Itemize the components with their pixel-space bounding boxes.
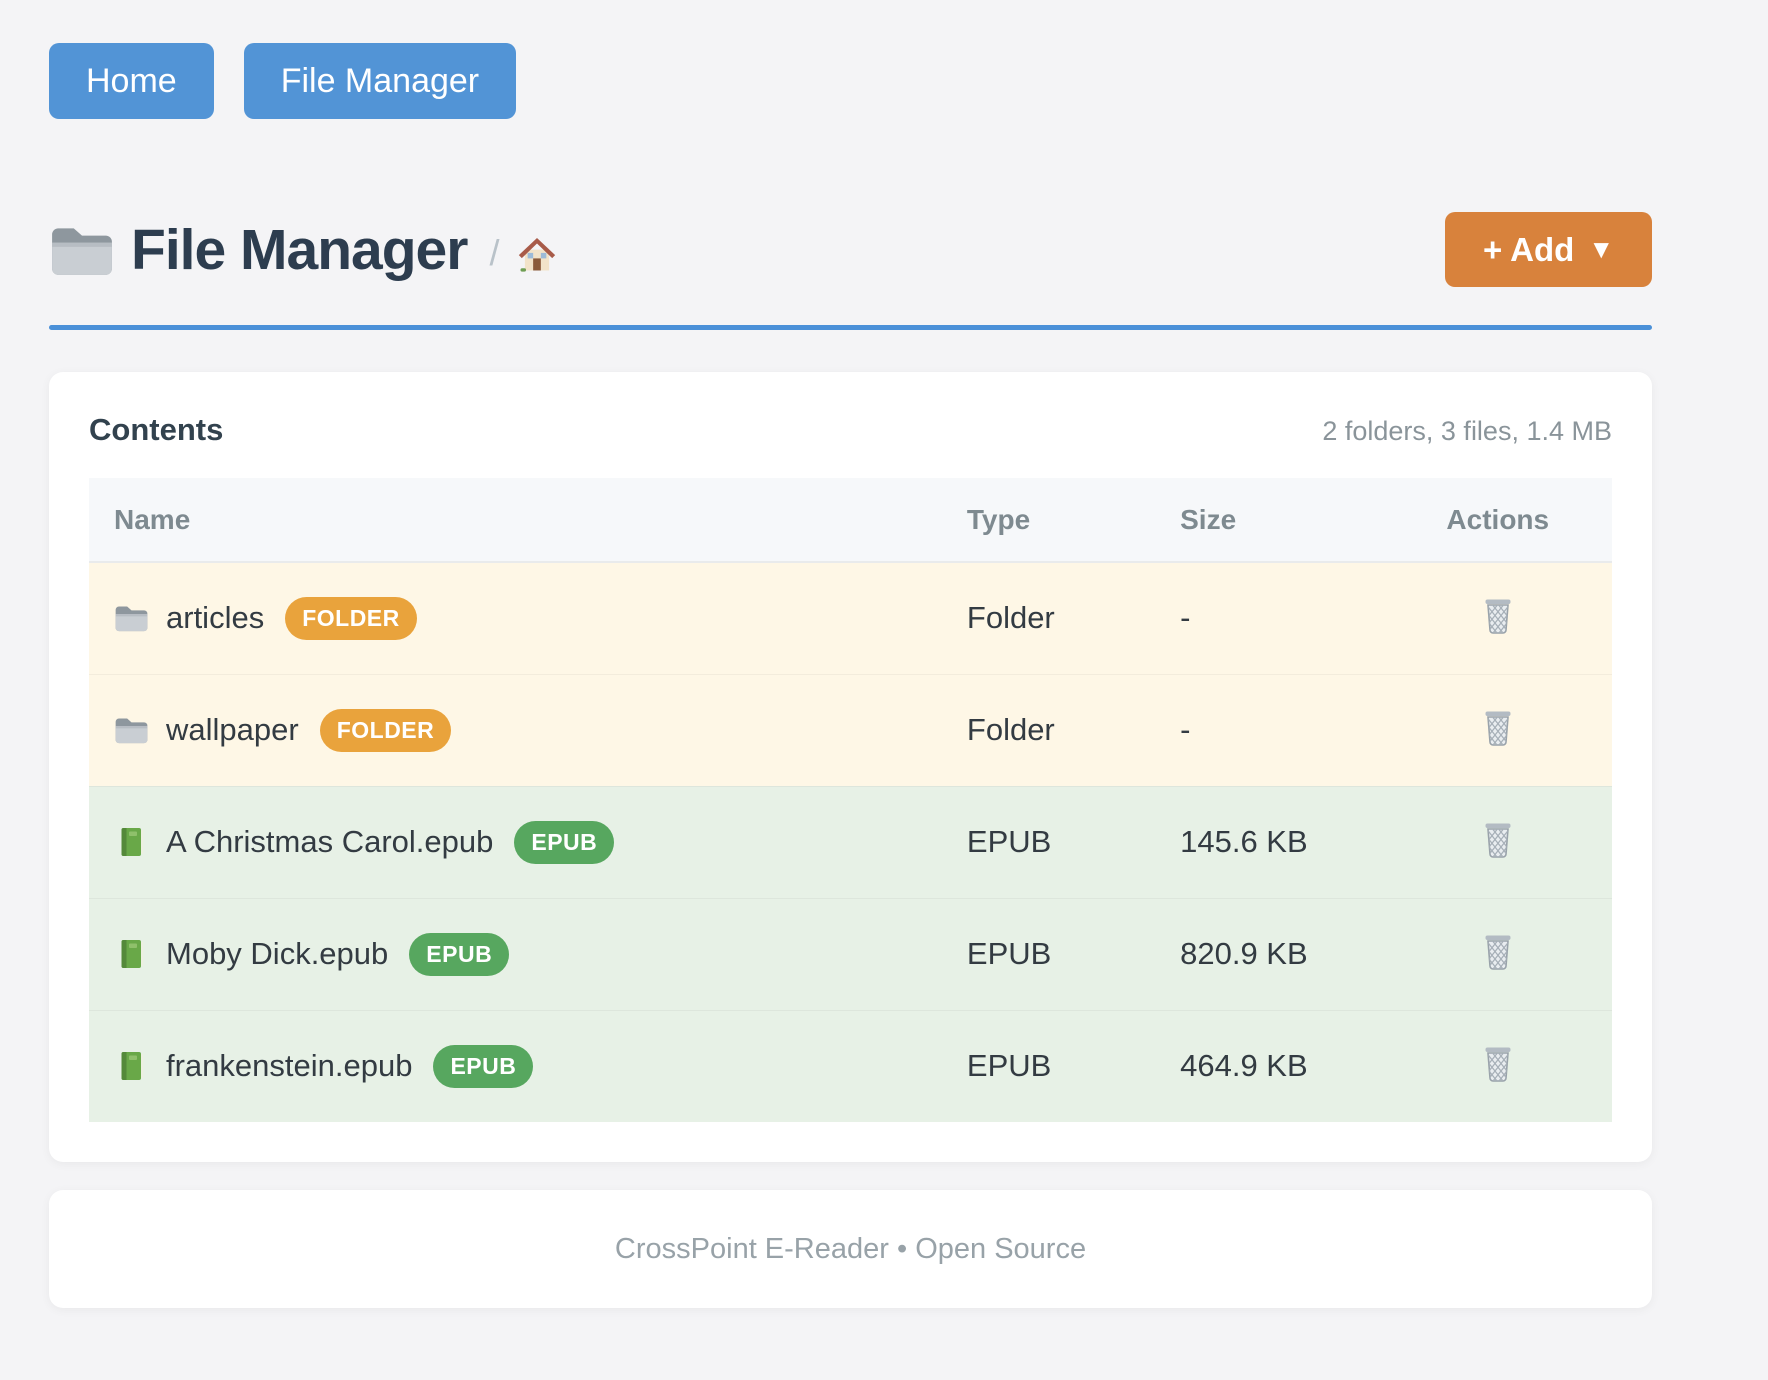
actions-cell [1384,1010,1612,1122]
table-row[interactable]: frankenstein.epub EPUB EPUB 464.9 KB [89,1010,1612,1122]
size-cell: - [1155,674,1383,786]
top-nav: Home File Manager [49,0,1652,119]
trash-icon [1481,821,1515,859]
breadcrumb-separator: / [489,232,499,274]
delete-button[interactable] [1477,1041,1519,1087]
page-container: Home File Manager File Manager / + Add [49,0,1652,1308]
trash-icon [1481,1045,1515,1083]
contents-card: Contents 2 folders, 3 files, 1.4 MB Name… [49,372,1652,1162]
type-badge: EPUB [514,821,614,864]
type-cell: EPUB [942,786,1155,898]
size-cell: - [1155,562,1383,674]
add-button-label: + Add [1483,231,1574,269]
file-name[interactable]: wallpaper [166,712,299,748]
header-divider [49,325,1652,330]
home-breadcrumb-icon[interactable] [515,232,559,276]
table-row[interactable]: A Christmas Carol.epub EPUB EPUB 145.6 K… [89,786,1612,898]
file-name[interactable]: Moby Dick.epub [166,936,388,972]
footer-card: CrossPoint E-Reader • Open Source [49,1190,1652,1308]
size-cell: 464.9 KB [1155,1010,1383,1122]
actions-cell [1384,898,1612,1010]
actions-cell [1384,562,1612,674]
contents-summary: 2 folders, 3 files, 1.4 MB [1322,416,1612,447]
file-table: Name Type Size Actions [89,478,1612,1122]
type-cell: Folder [942,562,1155,674]
folder-icon [114,714,149,746]
type-cell: EPUB [942,898,1155,1010]
name-cell: wallpaper FOLDER [89,674,942,786]
name-cell: A Christmas Carol.epub EPUB [89,786,942,898]
green-book-icon [114,938,149,970]
delete-button[interactable] [1477,929,1519,975]
footer-text: CrossPoint E-Reader • Open Source [615,1233,1086,1266]
delete-button[interactable] [1477,593,1519,639]
file-name[interactable]: A Christmas Carol.epub [166,824,493,860]
table-row[interactable]: wallpaper FOLDER Folder - [89,674,1612,786]
name-cell: Moby Dick.epub EPUB [89,898,942,1010]
green-book-icon [114,1050,149,1082]
size-cell: 145.6 KB [1155,786,1383,898]
column-header-name: Name [89,478,942,562]
type-badge: EPUB [433,1045,533,1088]
column-header-type: Type [942,478,1155,562]
file-name[interactable]: frankenstein.epub [166,1048,412,1084]
delete-button[interactable] [1477,705,1519,751]
page-header: File Manager / + Add ▼ [49,207,1652,292]
file-name[interactable]: articles [166,600,264,636]
caret-down-icon: ▼ [1588,234,1614,265]
type-cell: Folder [942,674,1155,786]
table-header-row: Name Type Size Actions [89,478,1612,562]
folder-icon [114,602,149,634]
trash-icon [1481,709,1515,747]
delete-button[interactable] [1477,817,1519,863]
table-row[interactable]: articles FOLDER Folder - [89,562,1612,674]
trash-icon [1481,933,1515,971]
green-book-icon [114,826,149,858]
column-header-size: Size [1155,478,1383,562]
name-cell: articles FOLDER [89,562,942,674]
page-title: File Manager [131,217,467,283]
type-badge: EPUB [409,933,509,976]
table-row[interactable]: Moby Dick.epub EPUB EPUB 820.9 KB [89,898,1612,1010]
add-button[interactable]: + Add ▼ [1445,212,1652,287]
type-cell: EPUB [942,1010,1155,1122]
file-manager-button[interactable]: File Manager [244,43,516,119]
type-badge: FOLDER [285,597,417,640]
home-button[interactable]: Home [49,43,214,119]
actions-cell [1384,786,1612,898]
size-cell: 820.9 KB [1155,898,1383,1010]
folder-icon [49,221,115,279]
contents-header: Contents 2 folders, 3 files, 1.4 MB [89,412,1612,448]
column-header-actions: Actions [1384,478,1612,562]
name-cell: frankenstein.epub EPUB [89,1010,942,1122]
type-badge: FOLDER [320,709,452,752]
contents-title: Contents [89,412,223,448]
trash-icon [1481,597,1515,635]
actions-cell [1384,674,1612,786]
